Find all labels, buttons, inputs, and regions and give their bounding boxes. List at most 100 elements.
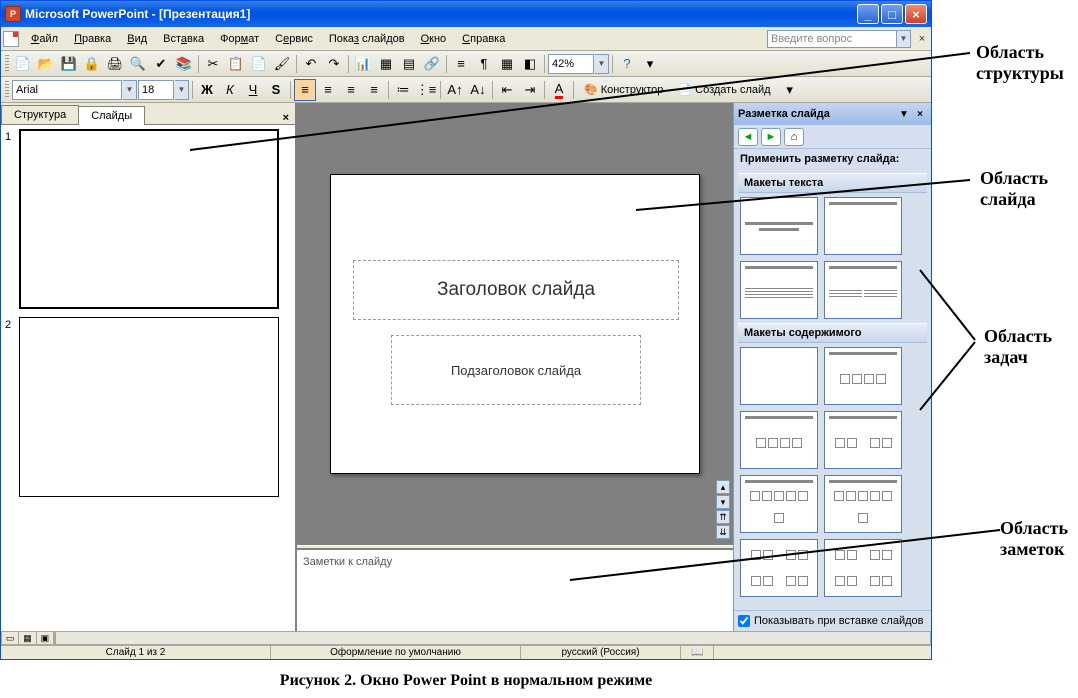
layout-blank[interactable] xyxy=(740,347,818,405)
print-preview-icon[interactable]: 🔍 xyxy=(127,53,149,75)
show-on-insert-checkbox[interactable] xyxy=(738,615,750,627)
menu-file[interactable]: Файл xyxy=(23,31,66,47)
increase-indent-icon[interactable]: ⇥ xyxy=(519,79,541,101)
maximize-button[interactable]: □ xyxy=(881,4,903,24)
menu-view[interactable]: Вид xyxy=(119,31,155,47)
subtitle-placeholder[interactable]: Подзаголовок слайда xyxy=(391,335,641,405)
menu-slideshow[interactable]: Показ слайдов xyxy=(321,31,413,47)
help-icon[interactable]: ? xyxy=(616,53,638,75)
increase-font-icon[interactable]: A↑ xyxy=(444,79,466,101)
undo-icon[interactable]: ↶ xyxy=(300,53,322,75)
help-dropdown-icon[interactable]: ▼ xyxy=(897,30,911,48)
layout-four-content-b[interactable] xyxy=(824,475,902,533)
layout-four-content[interactable] xyxy=(740,475,818,533)
italic-button[interactable]: К xyxy=(219,79,241,101)
layout-title-two-content[interactable] xyxy=(824,411,902,469)
task-pane-menu-icon[interactable]: ▼ xyxy=(897,107,911,121)
slide-thumb-row[interactable]: 2 xyxy=(5,317,291,497)
layout-list[interactable]: Макеты текста Макеты содержимого xyxy=(734,169,931,610)
layout-title-slide[interactable] xyxy=(740,197,818,255)
show-grid-icon[interactable]: ▦ xyxy=(496,53,518,75)
prev-slide-icon[interactable]: ▴ xyxy=(716,480,730,494)
title-placeholder[interactable]: Заголовок слайда xyxy=(353,260,679,320)
slide-sorter-icon[interactable]: ▦ xyxy=(19,632,36,644)
layout-content-grid[interactable] xyxy=(740,539,818,597)
slideshow-view-icon[interactable]: ▣ xyxy=(37,632,54,644)
nav-forward-icon[interactable]: ► xyxy=(761,128,781,146)
notes-pane[interactable]: Заметки к слайду xyxy=(297,549,733,631)
help-search-input[interactable] xyxy=(767,30,897,48)
menu-edit[interactable]: Правка xyxy=(66,31,119,47)
format-painter-icon[interactable]: 🖌 xyxy=(271,53,293,75)
tab-outline[interactable]: Структура xyxy=(1,105,79,124)
menu-format[interactable]: Формат xyxy=(212,31,267,47)
align-left-icon[interactable]: ≡ xyxy=(294,79,316,101)
decrease-indent-icon[interactable]: ⇤ xyxy=(496,79,518,101)
insert-hyperlink-icon[interactable]: 🔗 xyxy=(421,53,443,75)
nav-home-icon[interactable]: ⌂ xyxy=(784,128,804,146)
slide-thumb-row[interactable]: 1 xyxy=(5,129,291,309)
normal-view-icon[interactable]: ▭ xyxy=(2,632,19,644)
distributed-icon[interactable]: ≡ xyxy=(363,79,385,101)
slide-canvas[interactable]: Заголовок слайда Подзаголовок слайда xyxy=(330,174,700,474)
text-shadow-button[interactable]: S xyxy=(265,79,287,101)
toolbar-options-icon[interactable]: ▾ xyxy=(779,79,801,101)
paste-icon[interactable]: 📄 xyxy=(248,53,270,75)
open-file-icon[interactable]: 📂 xyxy=(35,53,57,75)
layout-content-grid-b[interactable] xyxy=(824,539,902,597)
insert-chart-icon[interactable]: 📊 xyxy=(352,53,374,75)
slide-edit-area[interactable]: Заголовок слайда Подзаголовок слайда ▴ ▾… xyxy=(297,103,733,545)
insert-table-icon[interactable]: ▦ xyxy=(375,53,397,75)
permission-icon[interactable]: 🔒 xyxy=(81,53,103,75)
zoom-select[interactable]: 42% xyxy=(548,54,594,74)
bullets-icon[interactable]: ⋮≡ xyxy=(415,79,437,101)
close-button[interactable]: × xyxy=(905,4,927,24)
font-name-select[interactable]: Arial xyxy=(12,80,122,100)
slide-thumbnail[interactable] xyxy=(19,317,279,497)
align-right-icon[interactable]: ≡ xyxy=(340,79,362,101)
task-pane-close-icon[interactable]: × xyxy=(913,107,927,121)
prev-slide-double-icon[interactable]: ⇈ xyxy=(716,510,730,524)
font-size-dropdown-icon[interactable]: ▼ xyxy=(175,80,189,100)
redo-icon[interactable]: ↷ xyxy=(323,53,345,75)
mdi-close-button[interactable]: × xyxy=(915,32,929,46)
numbering-icon[interactable]: ≔ xyxy=(392,79,414,101)
nav-back-icon[interactable]: ◄ xyxy=(738,128,758,146)
close-panel-icon[interactable]: × xyxy=(277,112,295,124)
layout-title-text[interactable] xyxy=(740,261,818,319)
spellcheck-icon[interactable]: ✔ xyxy=(150,53,172,75)
status-spellcheck-icon[interactable]: 📖 xyxy=(681,646,714,659)
zoom-dropdown-icon[interactable]: ▼ xyxy=(595,54,609,74)
next-slide-icon[interactable]: ▾ xyxy=(716,495,730,509)
toolbar-options-icon[interactable]: ▾ xyxy=(639,53,661,75)
menu-tools[interactable]: Сервис xyxy=(267,31,321,47)
slide-thumbnail-list[interactable]: 1 2 xyxy=(1,125,295,631)
menu-window[interactable]: Окно xyxy=(413,31,455,47)
layout-content[interactable] xyxy=(824,347,902,405)
cut-icon[interactable]: ✂ xyxy=(202,53,224,75)
underline-button[interactable]: Ч xyxy=(242,79,264,101)
tables-borders-icon[interactable]: ▤ xyxy=(398,53,420,75)
next-slide-double-icon[interactable]: ⇊ xyxy=(716,525,730,539)
color-grayscale-icon[interactable]: ◧ xyxy=(519,53,541,75)
tab-slides[interactable]: Слайды xyxy=(78,106,145,125)
copy-icon[interactable]: 📋 xyxy=(225,53,247,75)
layout-title-only[interactable] xyxy=(824,197,902,255)
slide-thumbnail[interactable] xyxy=(19,129,279,309)
font-size-select[interactable]: 18 xyxy=(138,80,174,100)
align-center-icon[interactable]: ≡ xyxy=(317,79,339,101)
show-formatting-icon[interactable]: ¶ xyxy=(473,53,495,75)
minimize-button[interactable]: _ xyxy=(857,4,879,24)
menu-help[interactable]: Справка xyxy=(454,31,513,47)
layout-title-content[interactable] xyxy=(740,411,818,469)
bold-button[interactable]: Ж xyxy=(196,79,218,101)
research-icon[interactable]: 📚 xyxy=(173,53,195,75)
decrease-font-icon[interactable]: A↓ xyxy=(467,79,489,101)
font-name-dropdown-icon[interactable]: ▼ xyxy=(123,80,137,100)
print-icon[interactable]: 🖨 xyxy=(104,53,126,75)
new-slide-button[interactable]: 📄 Создать слайд xyxy=(671,79,777,101)
layout-two-column-text[interactable] xyxy=(824,261,902,319)
toolbar-grip[interactable] xyxy=(5,55,9,73)
menu-insert[interactable]: Вставка xyxy=(155,31,212,47)
font-color-icon[interactable]: A xyxy=(548,79,570,101)
